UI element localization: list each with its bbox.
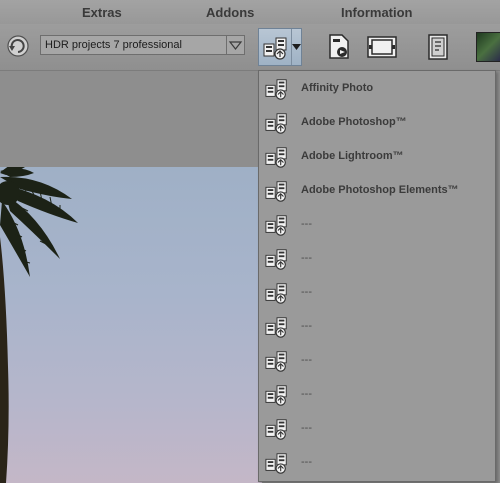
plugin-export-button[interactable] <box>258 28 302 66</box>
plugin-export-icon <box>265 179 289 203</box>
chevron-down-icon[interactable] <box>226 36 244 54</box>
preset-select[interactable]: HDR projects 7 professional <box>40 35 245 55</box>
plugin-menu-item[interactable]: --- <box>259 310 495 344</box>
plugin-menu-item-label: Adobe Lightroom™ <box>301 150 404 162</box>
plugin-menu-item[interactable]: Adobe Photoshop™ <box>259 106 495 140</box>
plugin-menu-item-label: --- <box>301 422 312 434</box>
filmstrip-icon[interactable] <box>367 36 397 58</box>
plugin-export-icon <box>265 213 289 237</box>
plugin-export-icon <box>263 37 287 60</box>
plugin-menu-item[interactable]: --- <box>259 378 495 412</box>
plugin-menu-item[interactable]: --- <box>259 446 495 480</box>
plugin-export-icon <box>265 111 289 135</box>
plugin-menu-item-label: --- <box>301 354 312 366</box>
plugin-menu-item-label: Adobe Photoshop Elements™ <box>301 184 459 196</box>
plugin-export-icon <box>265 247 289 271</box>
toolbar: HDR projects 7 professional <box>0 24 500 71</box>
refresh-icon[interactable] <box>5 34 31 58</box>
preset-select-value: HDR projects 7 professional <box>45 39 182 51</box>
caret-down-icon[interactable] <box>292 43 301 51</box>
plugin-export-icon <box>265 349 289 373</box>
menu-bar: Extras Addons Information <box>0 0 500 24</box>
plugin-menu-item-label: --- <box>301 320 312 332</box>
plugin-menu-item[interactable]: --- <box>259 242 495 276</box>
plugin-export-icon <box>265 281 289 305</box>
plugin-export-icon <box>265 145 289 169</box>
plugin-export-icon <box>265 315 289 339</box>
plugin-menu-item[interactable]: --- <box>259 276 495 310</box>
plugin-menu-item-label: --- <box>301 388 312 400</box>
plugin-menu-item[interactable]: Affinity Photo <box>259 72 495 106</box>
plugin-menu-item-label: --- <box>301 456 312 468</box>
plugin-menu-item[interactable]: --- <box>259 208 495 242</box>
menu-extras[interactable]: Extras <box>82 5 122 20</box>
plugin-export-icon <box>265 383 289 407</box>
plugin-menu-item-label: --- <box>301 218 312 230</box>
plugin-export-icon <box>265 451 289 475</box>
save-file-icon[interactable] <box>327 34 351 60</box>
plugin-menu-item-label: Affinity Photo <box>301 82 374 94</box>
photo-preview <box>0 167 262 483</box>
plugin-menu-item-label: Adobe Photoshop™ <box>301 116 407 128</box>
palm-tree-image <box>0 167 78 483</box>
plugin-dropdown-menu: Affinity Photo Adobe Photoshop™ Adobe Li… <box>258 70 496 482</box>
plugin-menu-item[interactable]: Adobe Lightroom™ <box>259 140 495 174</box>
thumbnail-icon[interactable] <box>476 32 500 62</box>
plugin-menu-item-label: --- <box>301 252 312 264</box>
plugin-menu-item[interactable]: --- <box>259 344 495 378</box>
plugin-menu-item[interactable]: Adobe Photoshop Elements™ <box>259 174 495 208</box>
menu-information[interactable]: Information <box>341 5 413 20</box>
plugin-export-icon <box>265 77 289 101</box>
plugin-menu-item[interactable]: --- <box>259 412 495 446</box>
info-panel-icon[interactable] <box>428 34 448 60</box>
plugin-export-icon <box>265 417 289 441</box>
plugin-menu-item-label: --- <box>301 286 312 298</box>
menu-addons[interactable]: Addons <box>206 5 254 20</box>
